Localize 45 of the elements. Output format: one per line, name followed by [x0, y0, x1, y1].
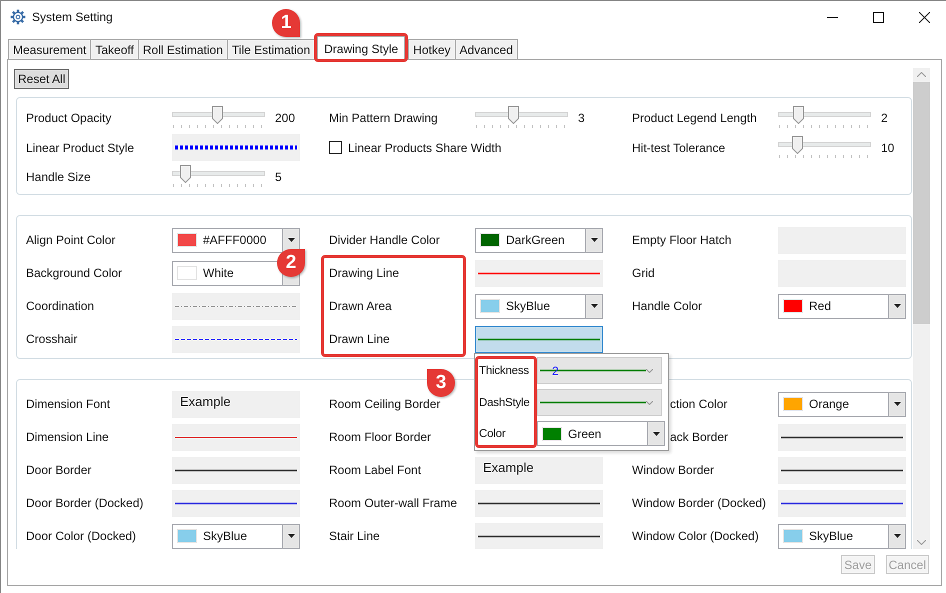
setting-label: Door Color (Docked) [26, 529, 138, 543]
setting-label: Dimension Line [26, 430, 110, 444]
setting-label: Dimension Font [26, 397, 112, 411]
setting-label: Stair Line [329, 529, 381, 543]
setting-label: Room Floor Border [329, 430, 432, 444]
setting-label: Product Legend Length [632, 111, 758, 125]
setting-label: Room Outer-wall Frame [329, 496, 458, 510]
field-label: DashStyle [479, 396, 531, 408]
step-callout-tooltip: 3 [427, 369, 455, 397]
slider-value: 3 [578, 111, 585, 125]
window-title: System Setting [32, 10, 113, 24]
slider-value: 5 [275, 170, 282, 184]
setting-label: Drawn Area [329, 299, 393, 313]
setting-label: Room Ceiling Border [329, 397, 442, 411]
slider-value: 10 [881, 140, 894, 154]
setting-label: Crosshair [26, 332, 78, 346]
setting-label: Min Pattern Drawing [329, 111, 439, 125]
setting-label: Divider Handle Color [329, 233, 441, 247]
field-label: Thickness [479, 364, 530, 376]
slider-value: 2 [881, 111, 888, 125]
setting-label: Window Border [632, 463, 716, 477]
setting-label: Align Point Color [26, 233, 116, 247]
setting-label: Background Color [26, 266, 124, 280]
slider-value: 200 [275, 111, 296, 125]
setting-label: Grid [632, 266, 656, 280]
setting-label: Drawing Line [329, 266, 400, 280]
setting-label: Door Border (Docked) [26, 496, 144, 510]
setting-label: ack Border [670, 430, 730, 444]
step-callout-tooltip: 2 [277, 249, 305, 277]
setting-label: Product Opacity [26, 111, 112, 125]
setting-label: Linear Product Style [26, 140, 136, 154]
checkbox-label: Linear Products Share Width [348, 140, 502, 154]
setting-label: Room Label Font [329, 463, 422, 477]
setting-label: Door Border [26, 463, 92, 477]
setting-label: Empty Floor Hatch [632, 233, 732, 247]
setting-label: Drawn Line [329, 332, 391, 346]
field-label: Color [479, 428, 506, 440]
setting-label: Window Color (Docked) [632, 529, 760, 543]
setting-label: Handle Color [632, 299, 704, 313]
setting-label: Handle Size [26, 170, 92, 184]
setting-label: Coordination [26, 299, 96, 313]
setting-label: ction Color [670, 397, 728, 411]
setting-label: Window Border (Docked) [632, 496, 768, 510]
step-callout-tooltip: 1 [272, 9, 300, 37]
setting-label: Hit-test Tolerance [632, 140, 726, 154]
